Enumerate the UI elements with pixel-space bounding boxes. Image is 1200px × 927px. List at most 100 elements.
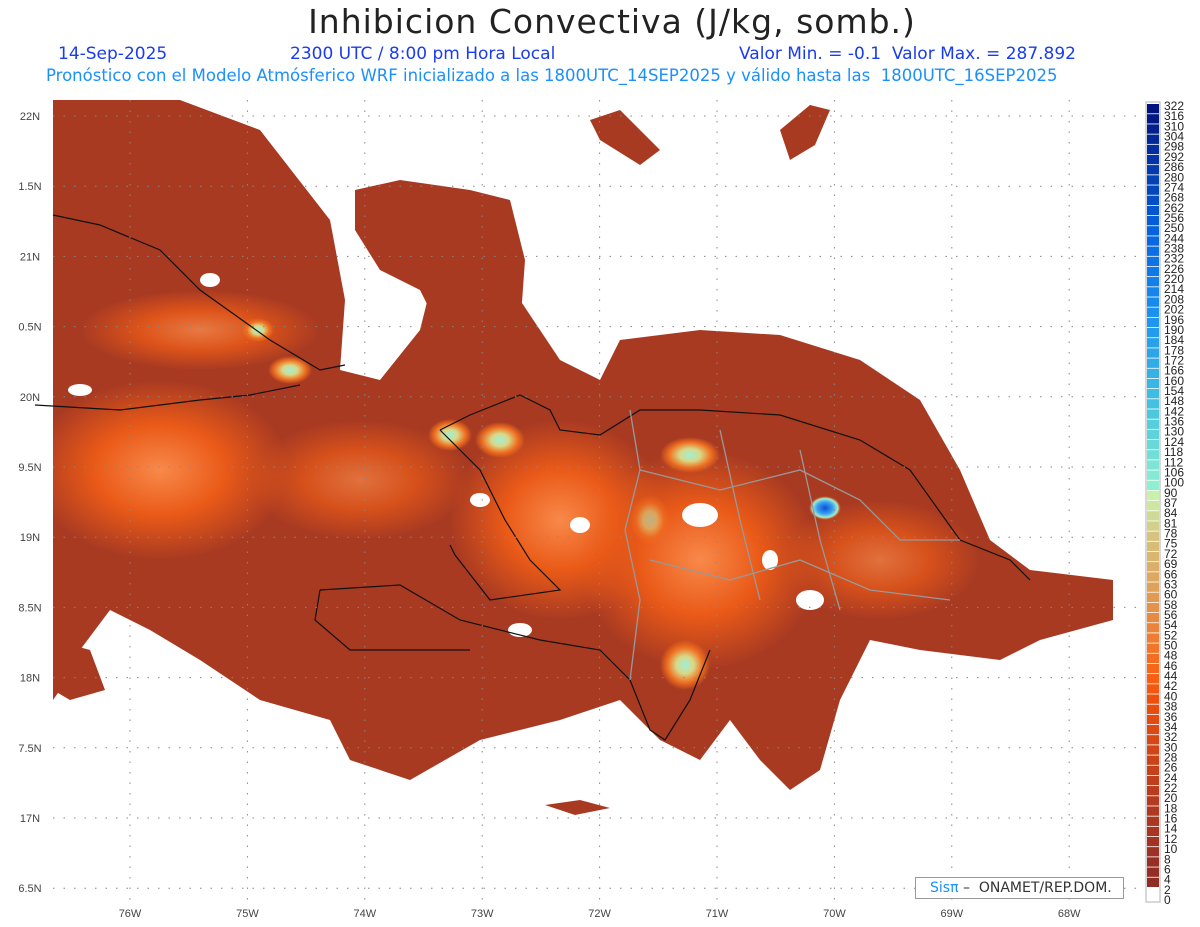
colorbar-swatch [1147, 633, 1159, 643]
colorbar-swatch [1147, 755, 1159, 765]
lat-label: 8.5N [18, 602, 41, 614]
colorbar-swatch [1147, 847, 1159, 857]
colorbar: 0246810121416182022242628303234363840424… [1147, 99, 1184, 907]
lon-label: 75W [236, 908, 259, 920]
lat-label: 7.5N [18, 743, 41, 755]
colorbar-swatch [1147, 175, 1159, 185]
colorbar-swatch [1147, 674, 1159, 684]
lat-label: 9.5N [18, 462, 41, 474]
colorbar-swatch [1147, 439, 1159, 450]
colorbar-swatch [1147, 765, 1159, 776]
colorbar-swatch [1147, 287, 1159, 297]
colorbar-swatch [1147, 684, 1159, 694]
colorbar-swatch [1147, 256, 1159, 267]
lat-label: 17N [20, 813, 40, 825]
logo-text: – ONAMET/REP.DOM. [958, 880, 1112, 896]
colorbar-swatch [1147, 195, 1159, 205]
colorbar-swatch [1147, 368, 1159, 379]
colorbar-swatch [1147, 307, 1159, 317]
colorbar-swatch [1147, 612, 1159, 623]
colorbar-swatch [1147, 205, 1159, 216]
lon-label: 74W [353, 908, 376, 920]
colorbar-swatch [1147, 134, 1159, 144]
colorbar-swatch [1147, 857, 1159, 867]
colorbar-swatch [1147, 704, 1159, 714]
colorbar-swatch [1147, 887, 1159, 898]
colorbar-swatch [1147, 450, 1159, 460]
colorbar-swatch [1147, 226, 1159, 236]
colorbar-swatch [1147, 104, 1159, 114]
colorbar-swatch [1147, 663, 1159, 674]
colorbar-swatch [1147, 775, 1159, 786]
cin-field [53, 100, 1113, 815]
lon-label: 76W [119, 908, 142, 920]
colorbar-swatch [1147, 816, 1159, 826]
colorbar-swatch [1147, 399, 1159, 409]
lat-label: 1.5N [18, 181, 41, 193]
colorbar-swatch [1147, 836, 1159, 847]
colorbar-swatch [1147, 826, 1159, 837]
colorbar-swatch [1147, 114, 1159, 124]
colorbar-swatch [1147, 623, 1159, 633]
colorbar-swatch [1147, 572, 1159, 582]
lat-label: 21N [20, 251, 40, 263]
colorbar-swatch [1147, 531, 1159, 541]
colorbar-swatch [1147, 511, 1159, 521]
colorbar-swatch [1147, 327, 1159, 338]
lon-label: 72W [588, 908, 611, 920]
colorbar-swatch [1147, 724, 1159, 735]
lat-label: 20N [20, 392, 40, 404]
colorbar-swatch [1147, 124, 1159, 134]
colorbar-swatch [1147, 582, 1159, 592]
colorbar-swatch [1147, 602, 1159, 613]
colorbar-swatch [1147, 470, 1159, 480]
lat-label: 6.5N [18, 883, 41, 895]
lon-label: 70W [823, 908, 846, 920]
colorbar-swatch [1147, 562, 1159, 572]
colorbar-swatch [1147, 796, 1159, 806]
colorbar-swatch [1147, 694, 1159, 704]
colorbar-swatch [1147, 592, 1159, 602]
onamet-logo: Sisπ – ONAMET/REP.DOM. [915, 877, 1124, 899]
colorbar-swatch [1147, 389, 1159, 399]
lat-label: 0.5N [18, 322, 41, 334]
colorbar-swatch [1147, 877, 1159, 888]
longitude-labels: 76W 75W 74W 73W 72W 71W 70W 69W 68W [119, 908, 1081, 920]
lon-label: 69W [940, 908, 963, 920]
colorbar-swatch [1147, 144, 1159, 155]
colorbar-swatch [1147, 409, 1159, 419]
colorbar-swatch [1147, 317, 1159, 328]
colorbar-swatch [1147, 277, 1159, 287]
logo-brand: Sisπ [930, 880, 959, 896]
colorbar-swatch [1147, 246, 1159, 256]
map-canvas: 22N 1.5N 21N 0.5N 20N 9.5N 19N 8.5N 18N 7.5N 17N 6.… [18, 99, 1184, 920]
colorbar-swatch [1147, 735, 1159, 745]
colorbar-swatch [1147, 643, 1159, 653]
lon-label: 71W [706, 908, 729, 920]
colorbar-swatch [1147, 338, 1159, 348]
colorbar-swatch [1147, 490, 1159, 501]
colorbar-label: 322 [1164, 99, 1184, 113]
colorbar-swatch [1147, 501, 1159, 511]
lon-label: 68W [1058, 908, 1081, 920]
colorbar-swatch [1147, 348, 1159, 358]
lat-label: 18N [20, 673, 40, 685]
colorbar-swatch [1147, 551, 1159, 562]
lat-label: 19N [20, 532, 40, 544]
colorbar-swatch [1147, 745, 1159, 755]
colorbar-swatch [1147, 786, 1159, 796]
colorbar-swatch [1147, 358, 1159, 368]
colorbar-swatch [1147, 236, 1159, 246]
colorbar-swatch [1147, 419, 1159, 429]
colorbar-swatch [1147, 266, 1159, 277]
latitude-labels: 22N 1.5N 21N 0.5N 20N 9.5N 19N 8.5N 18N 7.5N 17N 6.… [18, 111, 41, 895]
lon-label: 73W [471, 908, 494, 920]
colorbar-swatch [1147, 460, 1159, 470]
colorbar-swatch [1147, 806, 1159, 816]
colorbar-swatch [1147, 215, 1159, 226]
lat-label: 22N [20, 111, 40, 123]
colorbar-swatch [1147, 378, 1159, 389]
colorbar-swatch [1147, 165, 1159, 175]
colorbar-swatch [1147, 714, 1159, 725]
colorbar-swatch [1147, 541, 1159, 552]
